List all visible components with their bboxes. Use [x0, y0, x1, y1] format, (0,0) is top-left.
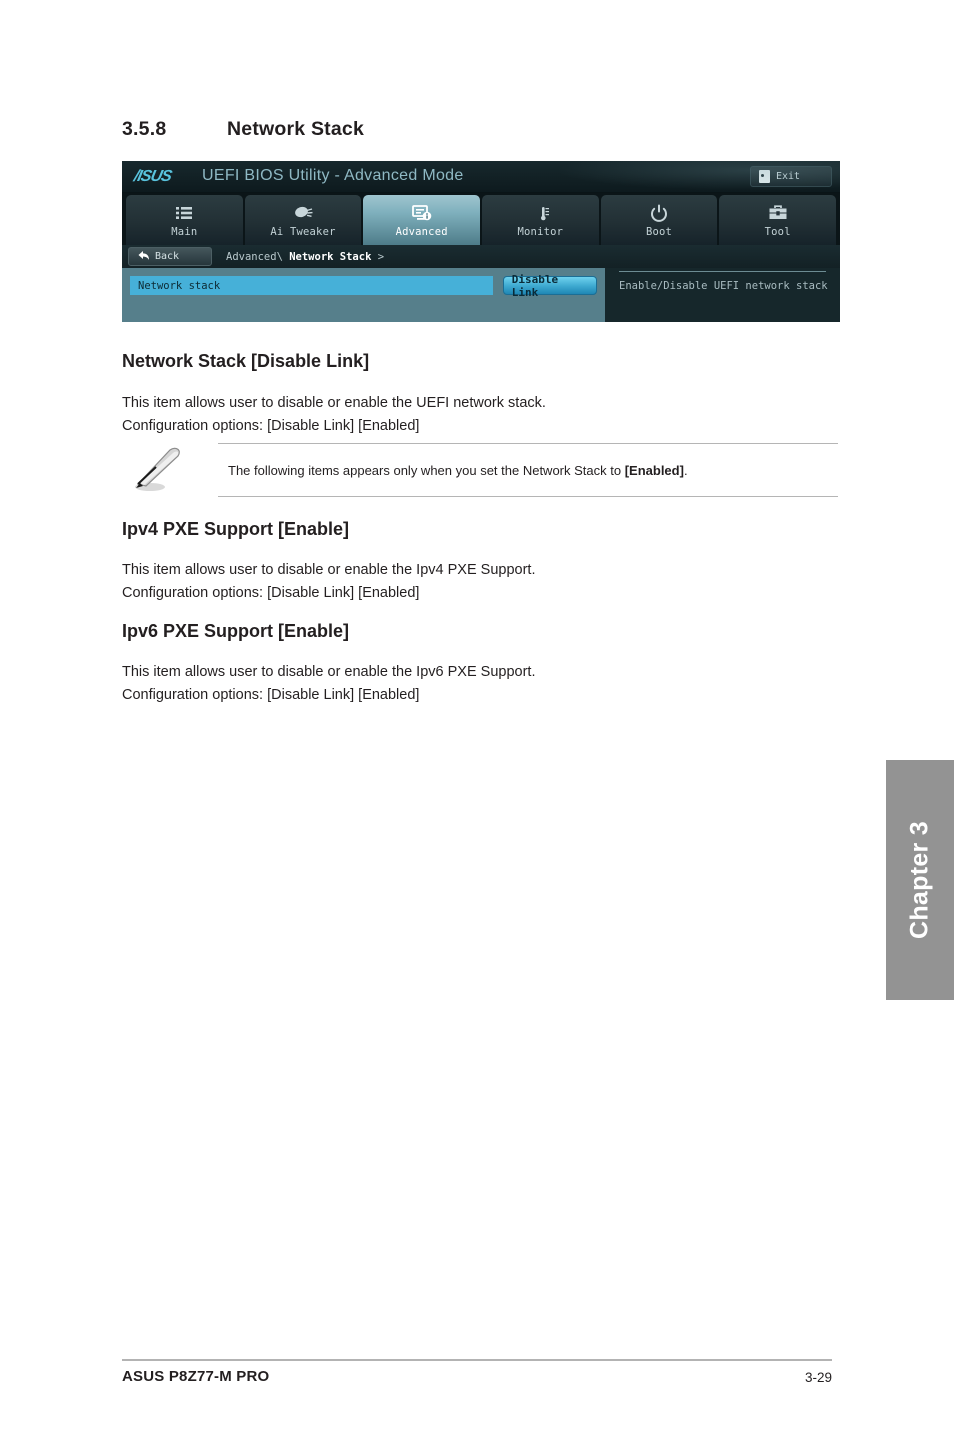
bios-body: Network stack Disable Link Enable/Disabl…: [122, 268, 840, 322]
thermometer-fan-icon: [529, 203, 551, 223]
breadcrumb-current: Network Stack: [289, 250, 372, 263]
breadcrumb: Advanced\ Network Stack >: [226, 251, 384, 263]
page-title: 3.5.8 Network Stack: [122, 118, 364, 141]
chapter-tab-label: Chapter 3: [905, 820, 934, 940]
exit-button-label: Exit: [776, 171, 801, 182]
note-text: The following items appears only when yo…: [218, 463, 688, 478]
back-button[interactable]: Back: [128, 247, 212, 266]
note-text-after: .: [683, 462, 688, 478]
back-button-label: Back: [155, 251, 180, 262]
exit-button[interactable]: Exit: [750, 166, 832, 187]
tab-main[interactable]: Main: [126, 195, 243, 245]
help-text: Enable/Disable UEFI network stack: [619, 280, 828, 292]
back-arrow-icon: [137, 248, 150, 266]
bios-settings-pane: Network stack Disable Link: [122, 268, 605, 322]
tab-ai-tweaker-label: Ai Tweaker: [270, 225, 336, 238]
setting-label-network-stack: Network stack: [130, 276, 493, 295]
breadcrumb-prefix: Advanced\: [226, 250, 290, 263]
tab-tool[interactable]: Tool: [719, 195, 837, 245]
setting-row-network-stack[interactable]: Network stack Disable Link: [130, 273, 597, 299]
bios-tabbar: Main Ai Tweaker Advanced Monitor Boot To…: [122, 193, 840, 245]
pencil-note-icon: [126, 445, 190, 495]
setting-value-network-stack[interactable]: Disable Link: [502, 273, 597, 299]
tab-monitor-label: Monitor: [517, 225, 564, 238]
footer-page-number: 3-29: [804, 1370, 832, 1385]
toolbox-icon: [767, 203, 789, 223]
exit-door-icon: [759, 170, 770, 183]
item-body-ipv4-pxe: This item allows user to disable or enab…: [122, 562, 536, 601]
tab-advanced-label: Advanced: [395, 225, 448, 238]
item-heading-ipv4-pxe: Ipv4 PXE Support [Enable]: [122, 519, 350, 539]
help-divider: [619, 271, 826, 272]
bios-screenshot: /ISUS UEFI BIOS Utility - Advanced Mode …: [122, 161, 840, 322]
bios-utility-title: UEFI BIOS Utility - Advanced Mode: [202, 167, 464, 184]
list-icon: [173, 203, 195, 223]
section-number: 3.5.8: [122, 118, 167, 140]
section-title: Network Stack: [227, 118, 364, 140]
tab-advanced[interactable]: Advanced: [363, 195, 481, 245]
note-body: The following items appears only when yo…: [218, 443, 838, 497]
tab-boot-label: Boot: [645, 225, 673, 238]
chapter-tab: Chapter 3: [886, 760, 954, 1000]
tab-boot[interactable]: Boot: [600, 195, 718, 245]
bios-help-pane: Enable/Disable UEFI network stack: [605, 268, 840, 322]
footer-product-name: ASUS P8Z77-M PRO: [122, 1368, 270, 1385]
advanced-monitor-icon: [411, 203, 433, 223]
note-box: The following items appears only when yo…: [122, 443, 840, 497]
tab-ai-tweaker[interactable]: Ai Tweaker: [244, 195, 362, 245]
breadcrumb-row: Back Advanced\ Network Stack >: [122, 245, 840, 268]
breadcrumb-suffix: >: [371, 250, 385, 263]
item-body-network-stack: This item allows user to disable or enab…: [122, 395, 546, 434]
tab-main-label: Main: [171, 225, 198, 238]
power-icon: [648, 203, 670, 223]
item-body-ipv6-pxe: This item allows user to disable or enab…: [122, 664, 536, 703]
item-heading-network-stack: Network Stack [Disable Link]: [122, 351, 370, 371]
bios-titlebar: /ISUS UEFI BIOS Utility - Advanced Mode …: [122, 161, 840, 193]
tab-tool-label: Tool: [764, 225, 791, 238]
footer-divider: [122, 1359, 832, 1361]
item-heading-ipv6-pxe: Ipv6 PXE Support [Enable]: [122, 621, 350, 641]
asus-logo: /ISUS: [132, 168, 173, 185]
note-text-before: The following items appears only when yo…: [228, 462, 625, 478]
tab-monitor[interactable]: Monitor: [482, 195, 599, 245]
note-text-bold: [Enabled]: [624, 462, 684, 478]
ai-tweaker-icon: [292, 203, 314, 223]
